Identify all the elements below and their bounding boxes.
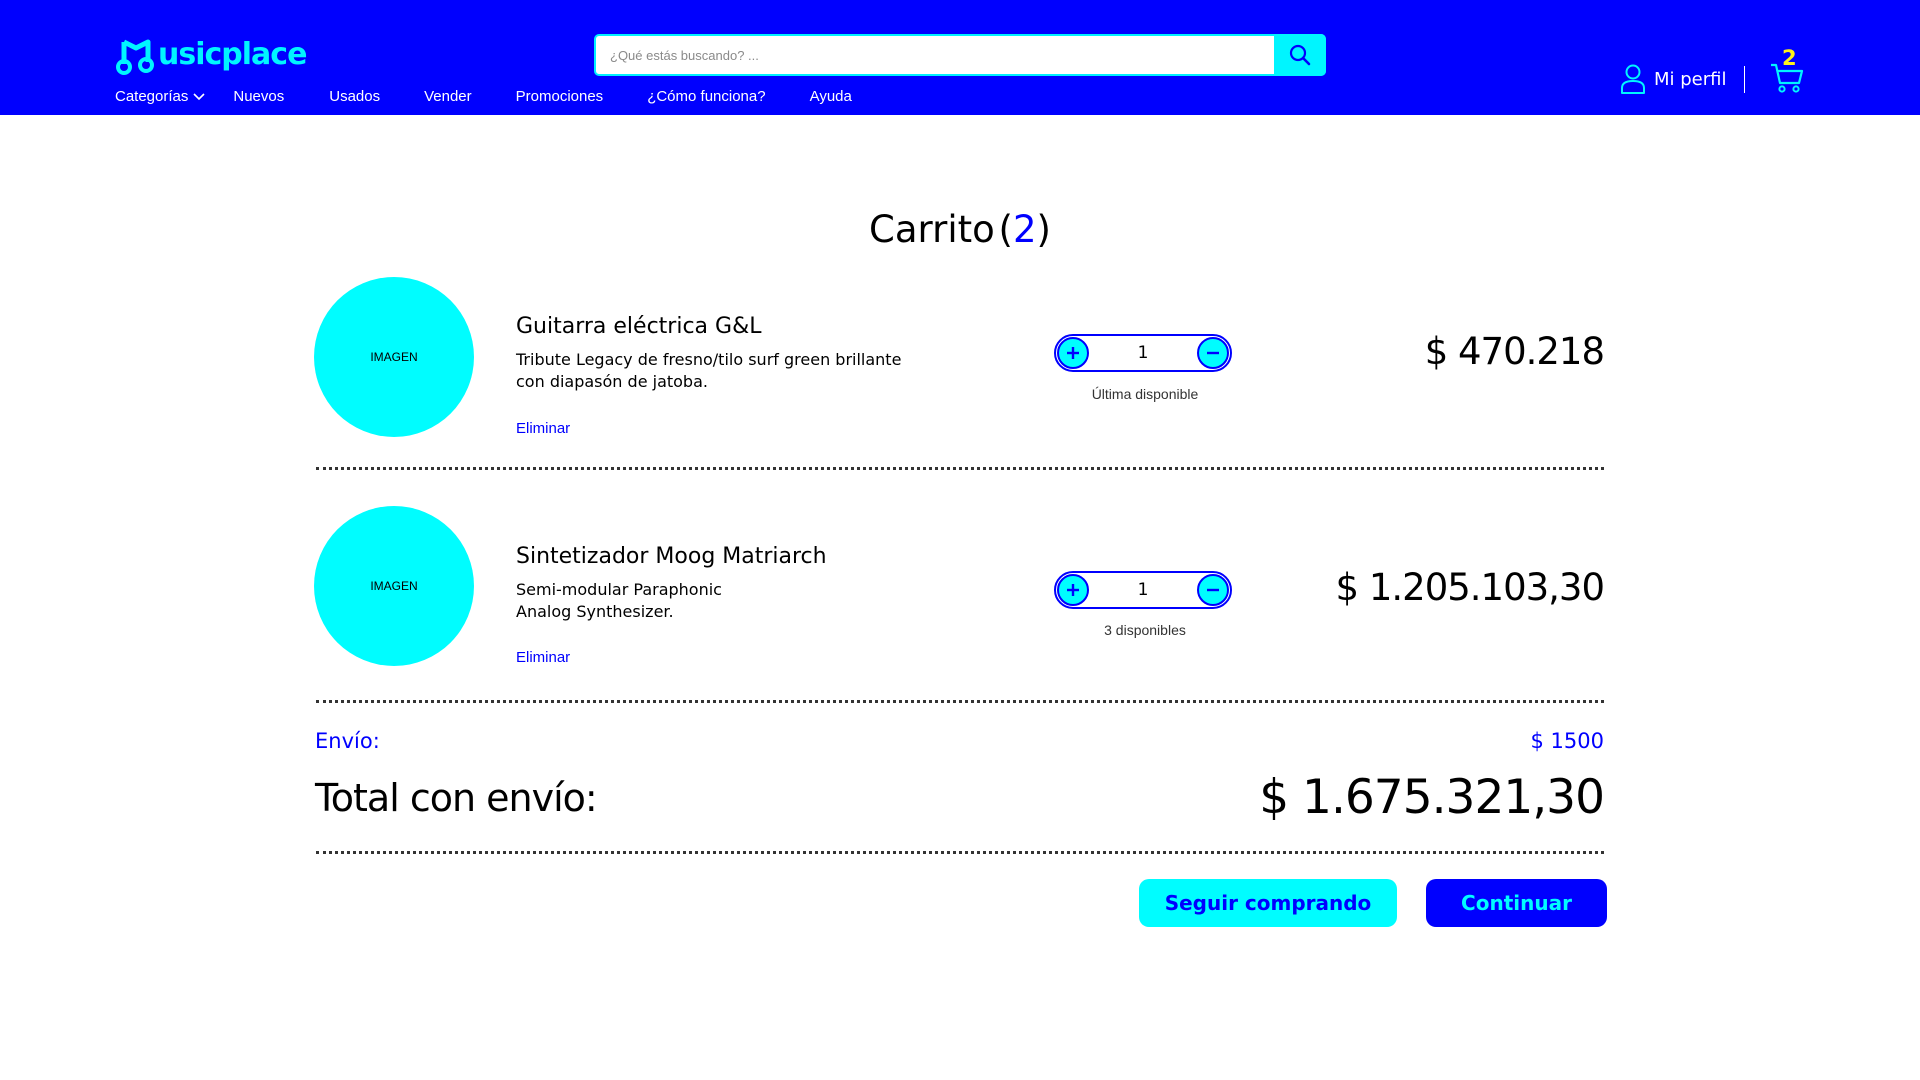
search-button[interactable] (1274, 34, 1326, 76)
shipping-label: Envío: (315, 729, 380, 753)
main-nav: Categorías Nuevos Usados Vender Promocio… (115, 88, 852, 105)
continue-shopping-button[interactable]: Seguir comprando (1139, 879, 1397, 927)
user-icon (1621, 64, 1645, 94)
product-description-line: Semi-modular Paraphonic (516, 580, 722, 599)
quantity-input[interactable] (1096, 339, 1190, 367)
cart-count-badge: 2 (1782, 46, 1797, 70)
product-image-label: IMAGEN (370, 350, 418, 364)
plus-icon (1067, 347, 1079, 359)
product-price: $ 470.218 (1424, 330, 1605, 373)
increase-quantity-button[interactable] (1057, 337, 1089, 369)
nav-nuevos[interactable]: Nuevos (233, 88, 284, 105)
page-title-text: Carrito (869, 208, 995, 251)
nav-promociones[interactable]: Promociones (516, 88, 604, 105)
total-value: $ 1.675.321,30 (1259, 770, 1605, 825)
page-title-close: ) (1036, 208, 1051, 251)
nav-categorias[interactable]: Categorías (115, 88, 205, 105)
dotted-divider (316, 700, 1604, 703)
search-bar (594, 34, 1326, 76)
page-title-open: ( (998, 208, 1013, 251)
nav-label: Vender (424, 88, 472, 105)
search-icon (1289, 44, 1311, 66)
quantity-stepper (1054, 334, 1232, 372)
availability-text: 3 disponibles (1104, 622, 1186, 638)
page-title: Carrito (2) (0, 208, 1920, 251)
remove-item-link[interactable]: Eliminar (516, 420, 570, 437)
product-price: $ 1.205.103,30 (1335, 566, 1605, 609)
product-description-line: Analog Synthesizer. (516, 602, 674, 621)
product-description: Semi-modular Paraphonic Analog Synthesiz… (516, 579, 936, 623)
product-image[interactable]: IMAGEN (314, 506, 474, 666)
nav-ayuda[interactable]: Ayuda (810, 88, 852, 105)
dotted-divider (316, 851, 1604, 854)
nav-label: Usados (329, 88, 381, 105)
nav-vender[interactable]: Vender (424, 88, 472, 105)
minus-icon (1207, 588, 1219, 592)
nav-como-funciona[interactable]: ¿Cómo funciona? (647, 88, 765, 105)
nav-label: Ayuda (809, 88, 852, 105)
top-header: usicplace Categorías Nuevos Usados Vende… (0, 0, 1920, 115)
profile-label: Mi perfil (1654, 68, 1727, 90)
nav-usados[interactable]: Usados (329, 88, 380, 105)
minus-icon (1207, 351, 1219, 355)
header-divider (1744, 66, 1745, 93)
decrease-quantity-button[interactable] (1197, 337, 1229, 369)
product-description: Tribute Legacy de fresno/tilo surf green… (516, 350, 902, 391)
product-name: Guitarra eléctrica G&L (516, 314, 762, 339)
shipping-value: $ 1500 (1530, 729, 1604, 753)
total-label: Total con envío: (315, 776, 598, 820)
search-input[interactable] (610, 36, 1260, 74)
decrease-quantity-button[interactable] (1197, 574, 1229, 606)
nav-label: Promociones (515, 88, 604, 105)
continue-button[interactable]: Continuar (1426, 879, 1607, 927)
remove-item-link[interactable]: Eliminar (516, 649, 570, 666)
nav-label: Categorías (115, 88, 189, 105)
logo-wordmark: usicplace (158, 36, 307, 72)
quantity-stepper (1054, 571, 1232, 609)
nav-label: Nuevos (233, 88, 285, 105)
chevron-down-icon (193, 92, 205, 100)
product-image[interactable]: IMAGEN (314, 277, 474, 437)
music-note-logo-icon (116, 39, 154, 75)
page-title-count: 2 (1012, 208, 1037, 251)
dotted-divider (316, 467, 1604, 470)
plus-icon (1067, 584, 1079, 596)
product-name: Sintetizador Moog Matriarch (516, 544, 827, 569)
nav-label: ¿Cómo funciona? (647, 88, 766, 105)
increase-quantity-button[interactable] (1057, 574, 1089, 606)
availability-text: Última disponible (1091, 386, 1199, 402)
product-image-label: IMAGEN (370, 579, 418, 593)
musicplace-logo[interactable]: usicplace (116, 32, 307, 76)
quantity-input[interactable] (1096, 576, 1190, 604)
profile-link[interactable]: Mi perfil (1620, 64, 1727, 94)
